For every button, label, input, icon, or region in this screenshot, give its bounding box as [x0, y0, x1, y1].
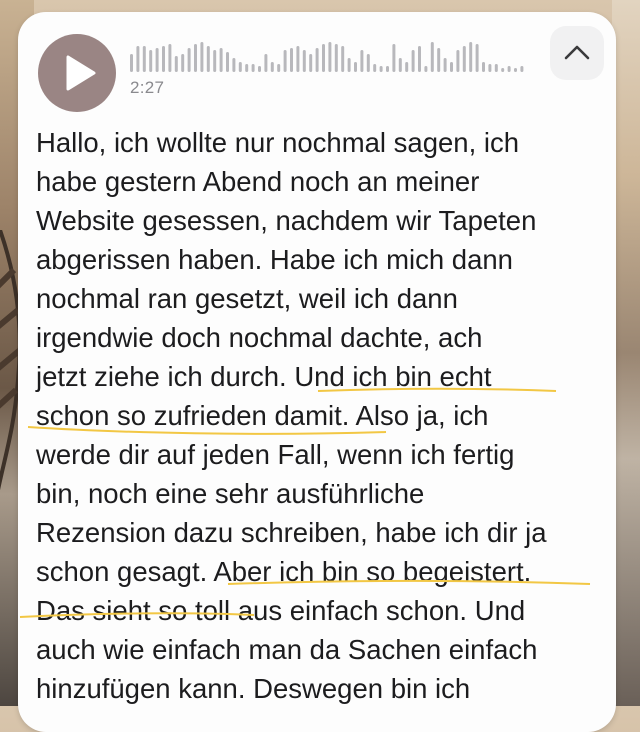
waveform-bar — [238, 62, 242, 72]
waveform-bar — [200, 42, 204, 72]
transcript-line: werde dir auf jeden Fall, wenn ich ferti… — [36, 439, 515, 470]
waveform-bar — [341, 46, 345, 72]
waveform-bar — [366, 54, 370, 72]
transcript-text: Hallo, ich wollte nur nochmal sagen, ich… — [36, 123, 606, 708]
waveform-bar — [488, 64, 492, 72]
waveform-bar — [168, 44, 172, 72]
waveform-bar — [501, 68, 505, 72]
waveform-bar — [219, 48, 223, 72]
waveform-bar — [494, 64, 498, 72]
waveform-bar — [174, 56, 178, 72]
waveform-bar — [309, 54, 313, 72]
waveform-bar — [450, 62, 453, 72]
waveform-bar — [520, 66, 524, 72]
voice-message-card: 2:27 Hallo, ich wollte nur nochmal sagen… — [18, 12, 616, 732]
waveform-bar — [315, 48, 319, 72]
transcript-line: Rezension dazu schreiben, habe ich dir j… — [36, 517, 547, 548]
waveform-bar — [290, 48, 293, 72]
waveform-bar — [482, 62, 485, 72]
waveform-bar — [469, 42, 473, 72]
waveform-bar — [277, 64, 281, 72]
waveform-bar — [347, 58, 351, 72]
waveform-bar — [437, 48, 441, 72]
waveform-bar — [418, 46, 421, 72]
background-right — [612, 0, 640, 706]
waveform-bar — [373, 64, 377, 72]
transcript-line: nochmal ran gesetzt, weil ich dann — [36, 283, 458, 314]
transcript-line: bin, noch eine sehr ausführliche — [36, 478, 425, 509]
waveform-bar — [302, 50, 306, 72]
waveform-bar — [405, 62, 409, 72]
waveform-bar — [430, 42, 434, 72]
waveform-bar — [334, 44, 338, 72]
waveform-bar — [424, 66, 428, 72]
transcript-line: Das sieht so toll aus einfach schon. Und — [36, 595, 526, 626]
waveform-bar — [392, 44, 396, 72]
waveform-bar — [213, 50, 217, 72]
transcript-line: auch wie einfach man da Sachen einfach — [36, 634, 538, 665]
duration-label: 2:27 — [130, 78, 165, 97]
waveform-bar — [462, 46, 466, 72]
waveform-bar — [162, 46, 165, 72]
waveform-bar — [264, 54, 268, 72]
waveform-bar — [181, 54, 185, 72]
waveform-bar — [328, 42, 332, 72]
waveform-bar — [456, 50, 460, 72]
waveform-bar — [194, 44, 197, 72]
waveform-bar — [443, 58, 447, 72]
waveform-bar — [398, 58, 402, 72]
waveform-bar — [258, 66, 261, 72]
play-icon — [66, 55, 96, 91]
waveform-bar — [130, 54, 133, 72]
waveform-bar — [142, 46, 146, 72]
waveform-bar — [475, 44, 479, 72]
audio-waveform[interactable] — [130, 42, 550, 76]
waveform-bar — [149, 50, 153, 72]
waveform-bar — [187, 48, 191, 72]
waveform-bar — [507, 66, 511, 72]
waveform-bar — [136, 46, 140, 72]
waveform-bar — [155, 48, 159, 72]
transcript-line: Hallo, ich wollte nur nochmal sagen, ich — [36, 127, 520, 158]
waveform-bar — [411, 50, 415, 72]
waveform-bar — [360, 50, 364, 72]
waveform-bar — [270, 62, 274, 72]
transcript-line: irgendwie doch nochmal dachte, ach — [36, 322, 483, 353]
waveform-bar — [206, 46, 210, 72]
transcript-line: Website gesessen, nachdem wir Tapeten — [36, 205, 537, 236]
transcript-line: jetzt ziehe ich durch. Und ich bin echt — [36, 361, 492, 392]
collapse-button[interactable] — [550, 26, 604, 80]
transcript-line: hinzufügen kann. Deswegen bin ich — [36, 673, 471, 704]
transcript-line: habe gestern Abend noch an meiner — [36, 166, 480, 197]
waveform-bar — [245, 64, 249, 72]
waveform-bar — [322, 44, 325, 72]
waveform-bar — [514, 68, 517, 72]
chevron-up-icon — [564, 45, 590, 60]
transcript-line: schon so zufrieden damit. Also ja, ich — [36, 400, 489, 431]
waveform-bar — [283, 50, 287, 72]
play-button[interactable] — [38, 34, 116, 112]
waveform-bar — [379, 66, 383, 72]
transcript-line: schon gesagt. Aber ich bin so begeistert… — [36, 556, 532, 587]
transcript-line: abgerissen haben. Habe ich mich dann — [36, 244, 513, 275]
waveform-bar — [296, 46, 300, 72]
waveform-bar — [232, 58, 236, 72]
waveform-bar — [354, 62, 357, 72]
waveform-bar — [226, 52, 229, 72]
waveform-bar — [251, 64, 255, 72]
waveform-bar — [386, 66, 389, 72]
